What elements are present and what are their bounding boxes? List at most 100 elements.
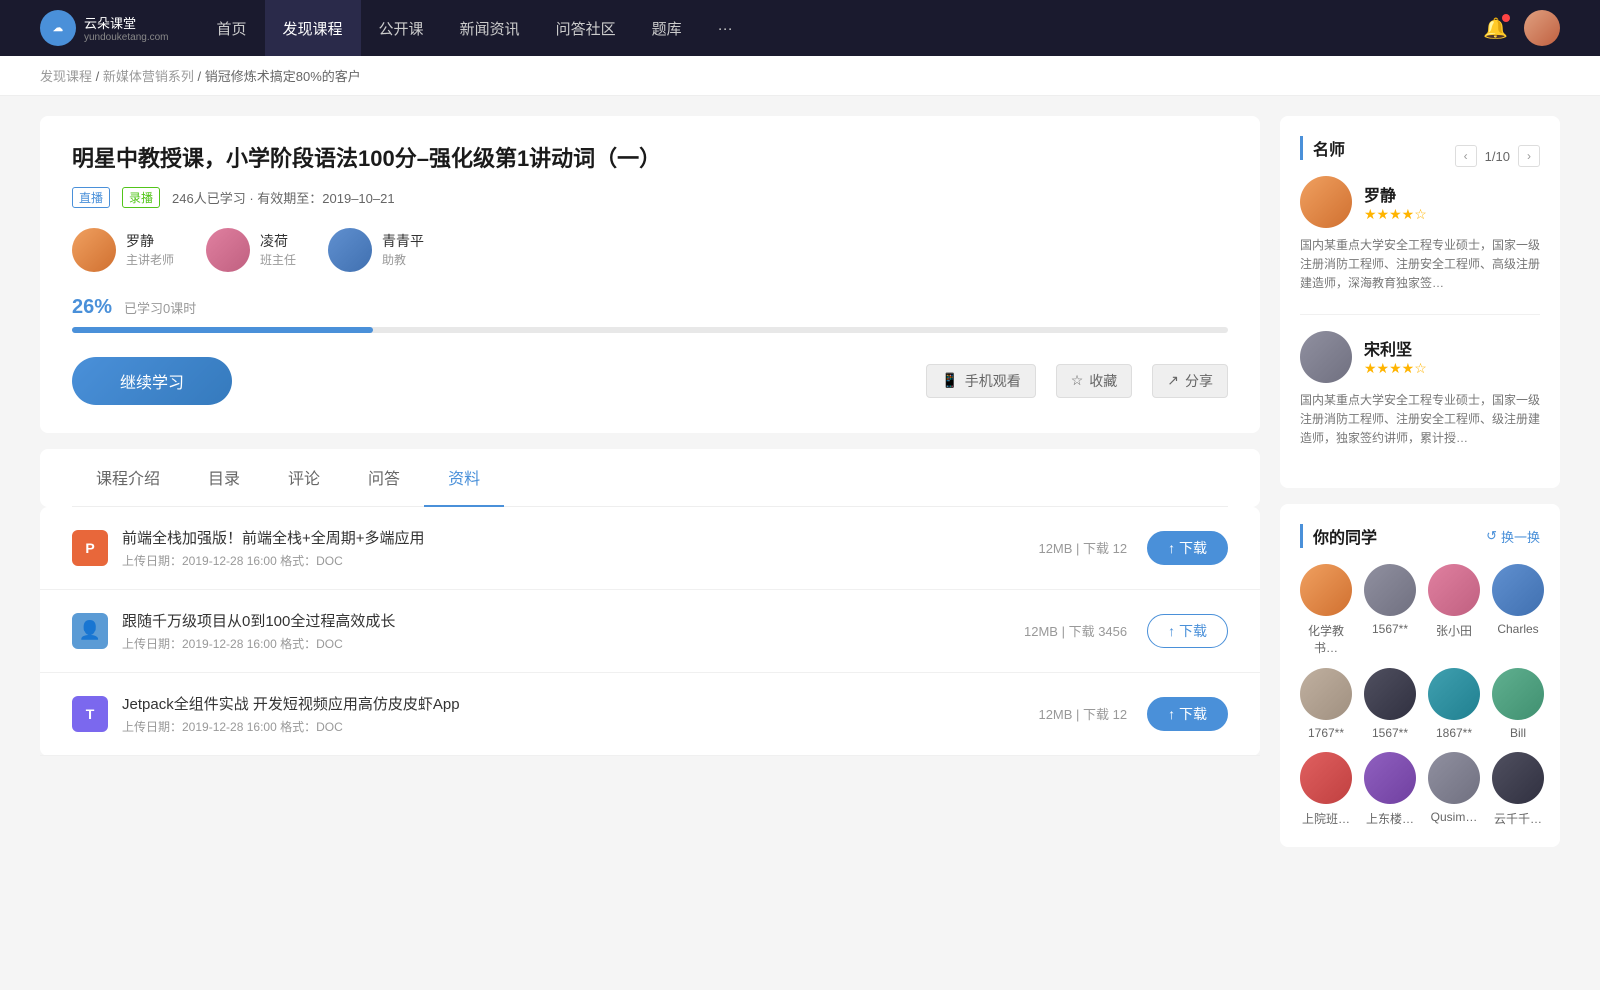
nav-discover[interactable]: 发现课程 [265, 0, 361, 56]
classmate-4[interactable]: Charles [1492, 564, 1544, 656]
classmate-2[interactable]: 1567** [1364, 564, 1416, 656]
classmate-3-avatar [1428, 564, 1480, 616]
classmate-11[interactable]: Qusim… [1428, 752, 1480, 827]
teacher-3-avatar [328, 228, 372, 272]
teacher-3-role: 助教 [382, 251, 424, 268]
classmate-6-avatar [1364, 668, 1416, 720]
breadcrumb-current: 销冠修炼术搞定80%的客户 [205, 69, 361, 84]
mobile-icon: 📱 [941, 372, 958, 389]
teacher-2-avatar [206, 228, 250, 272]
progress-bar-fill [72, 327, 373, 333]
classmate-8[interactable]: Bill [1492, 668, 1544, 740]
teacher-3-name: 青青平 [382, 231, 424, 251]
classmate-11-avatar [1428, 752, 1480, 804]
famous-teachers-header: 名师 ‹ 1/10 › [1300, 136, 1540, 176]
tab-catalog[interactable]: 目录 [184, 449, 264, 507]
tag-recorded: 录播 [122, 187, 160, 208]
course-actions: 继续学习 📱 手机观看 ☆ 收藏 ↗ 分享 [72, 357, 1228, 405]
breadcrumb-discover[interactable]: 发现课程 [40, 69, 92, 84]
nav-right: 🔔 [1483, 10, 1560, 46]
featured-teacher-1-stars: ★★★★☆ [1364, 206, 1427, 223]
resource-2-meta: 上传日期：2019-12-28 16:00 格式：DOC [122, 635, 1024, 652]
classmate-4-name: Charles [1497, 622, 1538, 636]
classmate-7[interactable]: 1867** [1428, 668, 1480, 740]
featured-teacher-1-desc: 国内某重点大学安全工程专业硕士，国家一级注册消防工程师、注册安全工程师、高级注册… [1300, 236, 1540, 294]
featured-teacher-2-stars: ★★★★☆ [1364, 360, 1427, 377]
classmate-10-avatar [1364, 752, 1416, 804]
course-meta: 直播 录播 246人已学习 · 有效期至：2019–10–21 [72, 187, 1228, 208]
nav-news[interactable]: 新闻资讯 [442, 0, 538, 56]
teacher-1-name: 罗静 [126, 231, 174, 251]
tag-live: 直播 [72, 187, 110, 208]
resource-2-info: 跟随千万级项目从0到100全过程高效成长 上传日期：2019-12-28 16:… [122, 610, 1024, 652]
teacher-pagination: ‹ 1/10 › [1455, 145, 1540, 167]
classmate-1[interactable]: 化学教书… [1300, 564, 1352, 656]
course-tabs: 课程介绍 目录 评论 问答 资料 [72, 449, 1228, 507]
download-button-3[interactable]: ↑ 下载 [1147, 697, 1228, 731]
classmate-3[interactable]: 张小田 [1428, 564, 1480, 656]
teacher-2-role: 班主任 [260, 251, 296, 268]
classmate-11-name: Qusim… [1431, 810, 1478, 824]
share-button[interactable]: ↗ 分享 [1152, 364, 1228, 398]
download-button-2[interactable]: ↑ 下载 [1147, 614, 1228, 648]
classmate-6[interactable]: 1567** [1364, 668, 1416, 740]
main-layout: 明星中教授课，小学阶段语法100分–强化级第1讲动词（一） 直播 录播 246人… [0, 96, 1600, 883]
logo-icon: ☁ [40, 10, 76, 46]
navbar: ☁ 云朵课堂 yundouketang.com 首页 发现课程 公开课 新闻资讯… [0, 0, 1600, 56]
nav-opencourse[interactable]: 公开课 [361, 0, 442, 56]
progress-label: 已学习0课时 [124, 298, 196, 317]
resource-item-1: P 前端全栈加强版！前端全栈+全周期+多端应用 上传日期：2019-12-28 … [40, 507, 1260, 590]
resource-3-info: Jetpack全组件实战 开发短视频应用高仿皮皮虾App 上传日期：2019-1… [122, 693, 1038, 735]
refresh-classmates-button[interactable]: ↺ 换一换 [1486, 527, 1540, 546]
classmate-7-name: 1867** [1436, 726, 1472, 740]
classmate-4-avatar [1492, 564, 1544, 616]
tab-review[interactable]: 评论 [264, 449, 344, 507]
classmate-5[interactable]: 1767** [1300, 668, 1352, 740]
teacher-2-name: 凌荷 [260, 231, 296, 251]
nav-more[interactable]: ··· [700, 0, 751, 56]
sidebar: 名师 ‹ 1/10 › 罗静 ★★★★☆ [1280, 116, 1560, 863]
share-icon: ↗ [1167, 372, 1179, 389]
classmate-12-name: 云千千… [1494, 810, 1542, 827]
share-label: 分享 [1185, 371, 1213, 391]
bell-icon[interactable]: 🔔 [1483, 16, 1508, 41]
next-teacher-button[interactable]: › [1518, 145, 1540, 167]
favorite-button[interactable]: ☆ 收藏 [1056, 364, 1133, 398]
classmate-1-name: 化学教书… [1300, 622, 1352, 656]
prev-teacher-button[interactable]: ‹ [1455, 145, 1477, 167]
teacher-2: 凌荷 班主任 [206, 228, 296, 272]
classmate-9[interactable]: 上院班… [1300, 752, 1352, 827]
teacher-page: 1/10 [1485, 149, 1510, 164]
tab-intro[interactable]: 课程介绍 [72, 449, 184, 507]
user-avatar[interactable] [1524, 10, 1560, 46]
resource-2-icon: 👤 [72, 613, 108, 649]
resource-2-size: 12MB | 下载 3456 [1024, 621, 1127, 640]
tab-resources[interactable]: 资料 [424, 449, 504, 507]
classmates-header: 你的同学 ↺ 换一换 [1300, 524, 1540, 548]
breadcrumb-series[interactable]: 新媒体营销系列 [103, 69, 194, 84]
course-title: 明星中教授课，小学阶段语法100分–强化级第1讲动词（一） [72, 144, 1228, 175]
classmate-9-name: 上院班… [1302, 810, 1350, 827]
featured-teacher-2-desc: 国内某重点大学安全工程专业硕士，国家一级注册消防工程师、注册安全工程师、级注册建… [1300, 391, 1540, 449]
resource-1-meta: 上传日期：2019-12-28 16:00 格式：DOC [122, 552, 1038, 569]
mobile-view-button[interactable]: 📱 手机观看 [926, 364, 1035, 398]
nav-home[interactable]: 首页 [199, 0, 265, 56]
download-button-1[interactable]: ↑ 下载 [1147, 531, 1228, 565]
classmate-10[interactable]: 上东楼… [1364, 752, 1416, 827]
nav-items: 首页 发现课程 公开课 新闻资讯 问答社区 题库 ··· [199, 0, 1484, 56]
resource-3-icon: T [72, 696, 108, 732]
featured-teacher-1: 罗静 ★★★★☆ 国内某重点大学安全工程专业硕士，国家一级注册消防工程师、注册安… [1300, 176, 1540, 294]
nav-qa[interactable]: 问答社区 [538, 0, 634, 56]
logo[interactable]: ☁ 云朵课堂 yundouketang.com [40, 10, 169, 46]
featured-teacher-1-name: 罗静 [1364, 182, 1427, 206]
continue-button[interactable]: 继续学习 [72, 357, 232, 405]
resource-1-icon: P [72, 530, 108, 566]
nav-quiz[interactable]: 题库 [634, 0, 700, 56]
progress-section: 26% 已学习0课时 [72, 296, 1228, 333]
logo-sub: yundouketang.com [84, 32, 169, 43]
classmate-12[interactable]: 云千千… [1492, 752, 1544, 827]
logo-text: 云朵课堂 [84, 13, 169, 32]
mobile-label: 手机观看 [965, 371, 1021, 391]
resource-1-name: 前端全栈加强版！前端全栈+全周期+多端应用 [122, 527, 1038, 548]
tab-qa[interactable]: 问答 [344, 449, 424, 507]
